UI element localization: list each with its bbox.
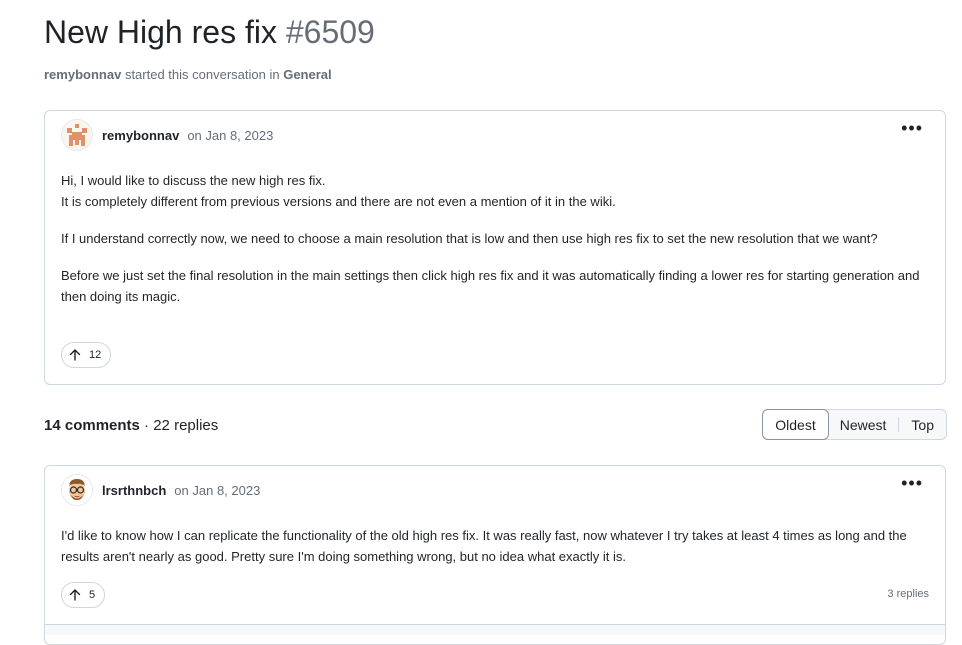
avatar[interactable] <box>61 119 93 151</box>
starter-link[interactable]: remybonnav <box>44 67 121 82</box>
upvote-count: 12 <box>89 349 102 361</box>
discussion-title: New High res fix #6509 <box>44 14 375 51</box>
upvote-button[interactable]: 12 <box>61 342 112 368</box>
comment-card: lrsrthnbch on Jan 8, 2023 ••• I'd like t… <box>44 465 946 645</box>
post-paragraph: Hi, I would like to discuss the new high… <box>61 170 923 212</box>
comment-header: lrsrthnbch on Jan 8, 2023 <box>61 474 260 506</box>
post-body: Hi, I would like to discuss the new high… <box>61 170 923 323</box>
upvote-button[interactable]: 5 <box>61 582 106 608</box>
memoji-avatar-icon <box>62 475 92 505</box>
comment-count: 14 comments <box>44 417 140 434</box>
sort-oldest-button[interactable]: Oldest <box>762 409 829 440</box>
post-paragraph: If I understand correctly now, we need t… <box>61 231 878 246</box>
post-date[interactable]: on Jan 8, 2023 <box>187 128 273 143</box>
comment-options-icon[interactable]: ••• <box>901 474 923 492</box>
discussion-number: #6509 <box>285 14 375 50</box>
avatar[interactable] <box>61 474 93 506</box>
post-line: Hi, I would like to discuss the new high… <box>61 173 326 188</box>
category-link[interactable]: General <box>283 67 331 82</box>
reply-count: 22 replies <box>153 417 219 434</box>
discussion-title-text: New High res fix <box>44 14 277 50</box>
comment-author[interactable]: lrsrthnbch <box>102 483 166 498</box>
post-author[interactable]: remybonnav <box>102 128 179 143</box>
comment-body: I'd like to know how I can replicate the… <box>61 525 923 583</box>
sort-control: Oldest Newest Top <box>762 409 947 440</box>
arrow-up-icon <box>69 589 81 601</box>
original-post-card: remybonnav on Jan 8, 2023 ••• Hi, I woul… <box>44 110 946 385</box>
sort-top-button[interactable]: Top <box>899 410 946 439</box>
started-text: started this conversation in <box>124 67 280 82</box>
upvote-count: 5 <box>89 589 96 601</box>
post-options-icon[interactable]: ••• <box>901 119 923 137</box>
discussion-subtitle: remybonnav started this conversation in … <box>44 67 332 82</box>
summary-separator: · <box>144 417 150 434</box>
identicon-avatar-icon <box>62 120 92 150</box>
post-paragraph: Before we just set the final resolution … <box>61 268 920 304</box>
replies-count: 3 replies <box>887 588 929 600</box>
comment-summary: 14 comments · 22 replies <box>44 417 218 434</box>
comment-date[interactable]: on Jan 8, 2023 <box>174 483 260 498</box>
arrow-up-icon <box>69 349 81 361</box>
comment-text: I'd like to know how I can replicate the… <box>61 528 907 564</box>
replies-section <box>45 624 945 635</box>
post-line: It is completely different from previous… <box>61 194 616 209</box>
sort-newest-button[interactable]: Newest <box>828 410 899 439</box>
post-header: remybonnav on Jan 8, 2023 <box>61 119 273 151</box>
